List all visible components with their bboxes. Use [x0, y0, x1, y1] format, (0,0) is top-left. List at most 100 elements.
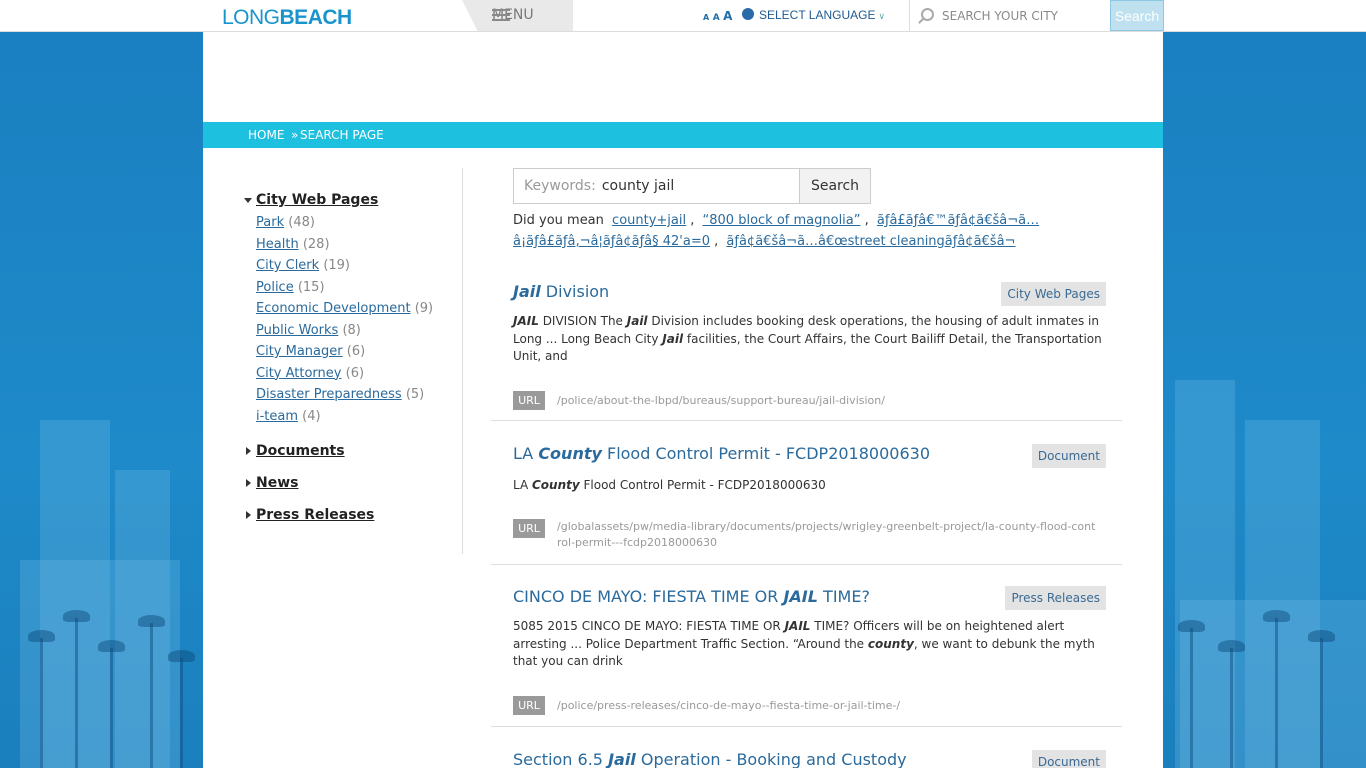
- result-title-highlight: Jail: [608, 750, 636, 768]
- result-url[interactable]: /police/press-releases/cinco-de-mayo--fi…: [557, 698, 1097, 714]
- text-size-controls: A A A: [703, 9, 732, 23]
- breadcrumb-home-link[interactable]: HOME: [248, 128, 284, 142]
- list-item: Park (48): [256, 212, 464, 234]
- result-title-text: LA: [513, 444, 539, 463]
- chevron-down-icon: ∨: [878, 11, 886, 21]
- facet-item-count: (15): [297, 279, 325, 295]
- result-category-badge[interactable]: Document: [1031, 750, 1106, 768]
- facet-item-link[interactable]: City Manager: [256, 344, 343, 359]
- list-item: City Attorney (6): [256, 363, 464, 385]
- desc-highlight: County: [531, 478, 580, 492]
- caret-right-icon: [246, 479, 251, 487]
- desc-text: DIVISION The: [538, 314, 627, 328]
- breadcrumb-current: SEARCH PAGE: [300, 128, 384, 142]
- desc-highlight: Jail: [662, 331, 684, 346]
- facet-city-web-pages-list: Park (48) Health (28) City Clerk (19) Po…: [244, 212, 464, 427]
- result-title-link[interactable]: Jail Division: [513, 282, 609, 301]
- facet-news[interactable]: News: [244, 475, 464, 491]
- facet-item-count: (4): [302, 408, 321, 424]
- result-description: 5085 2015 CINCO DE MAYO: FIESTA TIME OR …: [513, 618, 1103, 671]
- search-icon: [921, 8, 934, 21]
- search-result: LA County Flood Control Permit - FCDP201…: [491, 422, 1122, 565]
- logo-text-beach: BEACH: [279, 6, 353, 29]
- suggestion-link[interactable]: “800 block of magnolia”: [703, 213, 861, 228]
- site-search-input[interactable]: [910, 0, 1110, 31]
- facet-item-count: (9): [414, 301, 434, 316]
- result-title-text: Flood Control Permit - FCDP2018000630: [601, 444, 930, 463]
- facet-item-link[interactable]: Health: [256, 237, 299, 252]
- result-title-link[interactable]: CINCO DE MAYO: FIESTA TIME OR JAIL TIME?: [513, 587, 870, 606]
- facet-label: City Web Pages: [256, 192, 379, 208]
- search-result: Section 6.5 Jail Operation - Booking and…: [491, 728, 1122, 768]
- keywords-label: Keywords:: [524, 178, 596, 194]
- facet-item-link[interactable]: Economic Development: [256, 301, 411, 316]
- result-category-badge[interactable]: Press Releases: [1005, 586, 1106, 610]
- desc-text: 5085 2015 CINCO DE MAYO: FIESTA TIME OR: [513, 619, 785, 633]
- result-title-text: CINCO DE MAYO: FIESTA TIME OR: [513, 587, 784, 606]
- list-item: Public Works (8): [256, 320, 464, 342]
- desc-highlight: JAIL: [784, 619, 811, 633]
- url-badge: URL: [513, 696, 545, 715]
- long-beach-logo[interactable]: LONGBEACH: [222, 6, 352, 30]
- caret-right-icon: [246, 511, 251, 519]
- facet-city-web-pages[interactable]: City Web Pages: [244, 192, 464, 208]
- desc-highlight: Jail: [626, 314, 648, 328]
- facet-press-releases[interactable]: Press Releases: [244, 507, 464, 523]
- list-item: Health (28): [256, 234, 464, 256]
- suggestion-link[interactable]: â¡ãƒâ£ãƒâ‚¬â¦ãƒâ¢ãƒâ§ 42'a=0: [513, 234, 710, 249]
- top-header: LONGBEACH MENU A A A SELECT LANGUAGE ∨ Se…: [0, 0, 1366, 32]
- facet-item-count: (5): [405, 387, 425, 402]
- text-size-medium-button[interactable]: A: [713, 13, 720, 23]
- facet-documents[interactable]: Documents: [244, 443, 464, 459]
- desc-highlight: JAIL: [513, 314, 539, 328]
- facet-item-count: (48): [288, 215, 315, 230]
- facet-item-link[interactable]: Park: [256, 215, 284, 230]
- result-title-highlight: Jail: [513, 282, 541, 301]
- search-result: Jail Division City Web Pages JAIL DIVISI…: [491, 274, 1122, 421]
- suggestion-link[interactable]: county+jail: [612, 213, 686, 228]
- result-category-badge[interactable]: City Web Pages: [1001, 282, 1106, 306]
- search-facets-sidebar: City Web Pages Park (48) Health (28) Cit…: [244, 192, 464, 523]
- facet-item-link[interactable]: i-team: [256, 409, 298, 424]
- result-title-text: Operation - Booking and Custody: [635, 750, 907, 768]
- desc-highlight: county: [867, 636, 914, 651]
- list-item: Disaster Preparedness (5): [256, 384, 464, 406]
- list-item: City Manager (6): [256, 341, 464, 363]
- facet-item-link[interactable]: Public Works: [256, 323, 338, 338]
- result-title-link[interactable]: LA County Flood Control Permit - FCDP201…: [513, 444, 930, 463]
- select-language-dropdown[interactable]: SELECT LANGUAGE ∨: [742, 8, 885, 22]
- facet-item-link[interactable]: City Clerk: [256, 258, 319, 273]
- hamburger-icon: [492, 9, 510, 21]
- result-category-badge[interactable]: Document: [1031, 444, 1106, 468]
- result-url[interactable]: /police/about-the-lbpd/bureaus/support-b…: [557, 393, 1097, 409]
- suggestion-link[interactable]: ãƒâ¢ã€šâ¬ã…â€œstreet cleaningãƒâ¢ã€šâ¬: [726, 234, 1015, 249]
- text-size-small-button[interactable]: A: [703, 13, 709, 22]
- breadcrumb-separator: »: [291, 128, 299, 142]
- facet-item-count: (6): [345, 365, 365, 381]
- url-badge: URL: [513, 391, 545, 410]
- result-title-link[interactable]: Section 6.5 Jail Operation - Booking and…: [513, 750, 907, 768]
- select-language-label: SELECT LANGUAGE: [759, 8, 876, 22]
- text-size-large-button[interactable]: A: [723, 9, 732, 23]
- search-button[interactable]: Search: [799, 168, 871, 204]
- keywords-input[interactable]: Keywords: county jail: [513, 168, 800, 204]
- facet-label: Documents: [256, 443, 345, 459]
- globe-icon: [742, 8, 754, 20]
- facet-item-link[interactable]: Disaster Preparedness: [256, 387, 402, 402]
- facet-item-count: (28): [302, 236, 330, 252]
- result-title-text: Division: [540, 282, 610, 301]
- result-url[interactable]: /globalassets/pw/media-library/documents…: [557, 519, 1097, 551]
- list-item: City Clerk (19): [256, 255, 464, 277]
- facet-item-link[interactable]: City Attorney: [256, 366, 341, 381]
- site-search-button[interactable]: Search: [1110, 0, 1164, 31]
- menu-button[interactable]: MENU: [462, 0, 573, 31]
- suggestion-link[interactable]: ãƒâ£ãƒâ€™ãƒâ¢ã€šâ¬ã…: [877, 213, 1039, 228]
- site-search: Search: [909, 0, 1164, 31]
- facet-item-count: (19): [323, 258, 350, 273]
- facet-label: Press Releases: [256, 507, 375, 523]
- facet-label: News: [256, 475, 299, 491]
- did-you-mean: Did you mean county+jail , “800 block of…: [513, 213, 1040, 249]
- sidebar-divider: [462, 168, 463, 554]
- result-description: JAIL DIVISION The Jail Division includes…: [513, 313, 1103, 366]
- facet-item-link[interactable]: Police: [256, 280, 294, 295]
